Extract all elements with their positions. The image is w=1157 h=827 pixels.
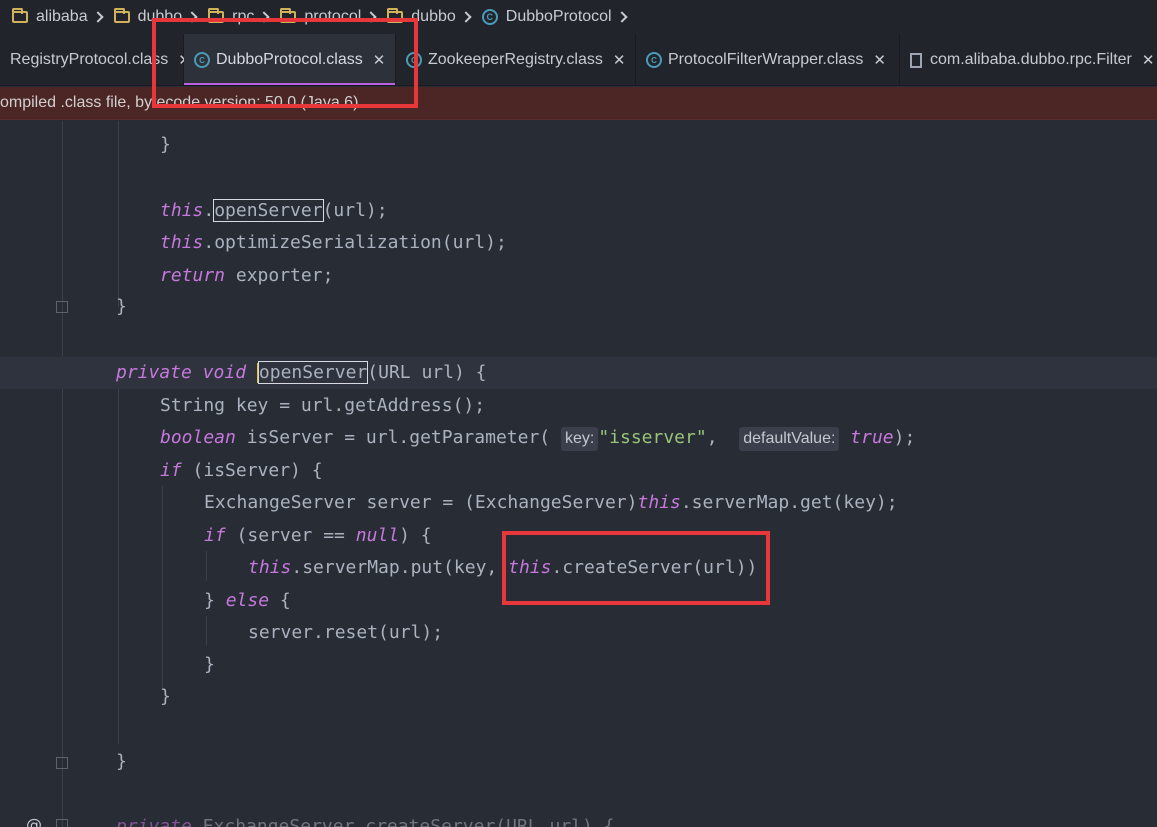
code-line: ExchangeServer server = (ExchangeServer)… [204, 492, 898, 513]
override-icon[interactable]: @ [26, 815, 42, 827]
code-line: } [116, 296, 127, 317]
code-editor[interactable]: @ @ } } this.openServer(url); this.optim… [0, 121, 1157, 827]
code-line: server.reset(url); [248, 622, 444, 643]
fold-marker[interactable] [56, 301, 68, 313]
close-icon[interactable]: ✕ [873, 51, 886, 69]
indent-guide [206, 551, 207, 581]
folder-icon [113, 8, 130, 23]
code-line: String key = url.getAddress(); [160, 395, 486, 416]
tab-rpc-filter[interactable]: com.alibaba.dubbo.rpc.Filter ✕ [900, 34, 1157, 85]
code-line: } [160, 134, 171, 155]
code-line: boolean isServer = url.getParameter( key… [160, 422, 1157, 454]
close-icon[interactable]: ✕ [1142, 51, 1155, 69]
indent-guide [118, 389, 119, 744]
class-icon: C [646, 52, 662, 68]
fold-marker[interactable] [56, 819, 68, 827]
breadcrumb-item-dubboprotocol[interactable]: C DubboProtocol [470, 0, 628, 34]
class-icon: C [481, 9, 498, 25]
code-line: } [200, 121, 1157, 129]
indent-guide [162, 486, 163, 689]
code-line: } [204, 654, 215, 675]
file-icon [910, 52, 922, 68]
tab-zookeeper-registry[interactable]: C ZookeeperRegistry.class ✕ [396, 34, 636, 85]
folder-icon [12, 8, 28, 23]
param-hint-default-value: defaultValue: [739, 427, 840, 451]
close-icon[interactable]: ✕ [613, 51, 626, 69]
code-line: } [116, 751, 127, 772]
indent-guide [118, 121, 119, 307]
highlight-box-create-server [502, 531, 770, 605]
highlight-box-active-tab [152, 18, 418, 108]
code-line: private ExchangeServer createServer(URL … [116, 816, 615, 827]
code-line: this.openServer(url); [160, 199, 388, 222]
param-hint-key: key: [560, 427, 599, 451]
code-line: return exporter; [160, 265, 334, 286]
gutter-divider [62, 121, 63, 827]
tab-protocol-filter-wrapper[interactable]: C ProtocolFilterWrapper.class ✕ [636, 34, 900, 85]
breadcrumb-item-alibaba[interactable]: alibaba [0, 0, 104, 34]
chevron-right-icon [615, 11, 628, 23]
code-line: } [160, 686, 171, 707]
fold-marker[interactable] [56, 757, 68, 769]
code-line: this.optimizeSerialization(url); [160, 232, 507, 253]
code-line-current: private void openServer(URL url) { [0, 357, 1157, 389]
code-line: if (isServer) { [160, 460, 323, 481]
indent-guide [206, 616, 207, 646]
